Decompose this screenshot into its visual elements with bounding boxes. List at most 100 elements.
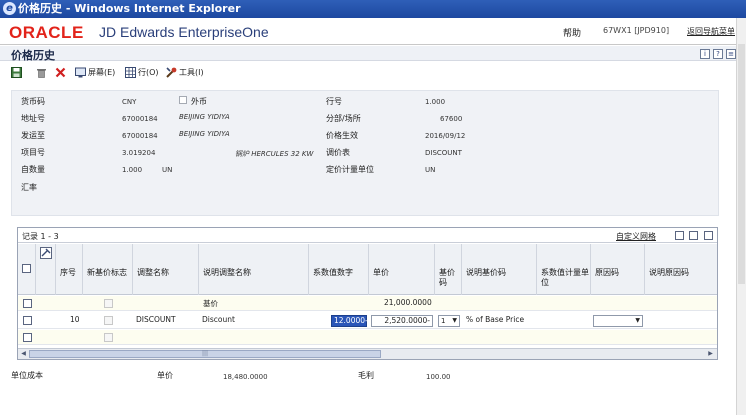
quantity-label: 自数量 [21,165,45,174]
row-select-checkbox[interactable] [23,316,32,325]
grid-icon [125,67,136,78]
tools-menu[interactable]: 工具(I) [166,67,204,79]
export-icon[interactable] [675,231,684,240]
return-to-menu-link[interactable]: 返回导航菜单 [687,26,735,37]
row-unit-price: 21,000.0000 [384,298,432,307]
select-all-column [18,244,36,295]
currency-code-value: CNY [122,98,137,106]
screen-icon [75,67,86,78]
margin-value: 100.00 [426,373,451,381]
foreign-label: 外币 [191,97,207,106]
adjustment-table-value: DISCOUNT [425,149,462,157]
margin-label: 毛利 [358,371,374,380]
attachment-icon [40,247,52,259]
price-effective-label: 价格生效 [326,131,358,140]
item-description: 锅炉 HERCULES 32 KW [235,150,314,158]
header-panel: 货币码 CNY 外币 行号 1.000 地址号 67000184 BEIJING… [11,90,719,216]
factor-uom-column-header[interactable]: 系数值计量单位 [537,244,591,295]
foreign-checkbox[interactable] [179,96,187,104]
environment-label: 67WX1 [JPD910] [603,26,670,35]
table-row[interactable]: 10 DISCOUNT Discount 12.0000- 2,520.0000… [18,312,717,329]
base-code-select[interactable]: 1 ▼ [438,315,460,327]
import-icon[interactable] [689,231,698,240]
toolbar: 屏幕(E) 行(O) 工具(I) [0,63,746,83]
row-select-checkbox[interactable] [23,299,32,308]
row-select-checkbox[interactable] [23,333,32,342]
row-seq: 10 [70,315,80,324]
new-base-column-header[interactable]: 新基价标志 [83,244,133,295]
ship-to-name: BEIJING YIDIYA [179,130,230,138]
chevron-down-icon: ▼ [452,317,457,324]
info-icon[interactable]: i [700,49,710,59]
reason-code-column-header[interactable]: 原因码 [591,244,645,295]
totals-footer: 单位成本 单价 18,480.0000 毛利 100.00 [0,366,746,386]
factor-column-header[interactable]: 系数值数字 [309,244,369,295]
save-button[interactable] [11,67,24,79]
unit-price-value: 18,480.0000 [223,373,268,381]
ship-to-label: 发运至 [21,131,45,140]
screen-menu[interactable]: 屏幕(E) [75,67,115,79]
reason-code-select[interactable]: ▼ [593,315,643,327]
adj-name-column-header[interactable]: 调整名称 [133,244,199,295]
product-name: JD Edwards EnterpriseOne [99,24,269,40]
branch-plant-label: 分部/场所 [326,114,361,123]
personalize-icon[interactable]: ≡ [726,49,736,59]
window-title: 价格历史 - Windows Internet Explorer [18,2,241,15]
line-number-label: 行号 [326,97,342,106]
save-icon [11,67,22,78]
row-desc-base-code: % of Base Price [466,315,525,324]
scroll-thumb[interactable]: ||| [29,350,381,358]
quantity-uom: UN [162,166,173,174]
unit-price-input[interactable]: 2,520.0000- [371,315,433,327]
quantity-value: 1.000 [122,166,143,174]
new-base-checkbox [104,299,113,308]
branch-plant-value: 67600 [440,115,463,123]
help-link[interactable]: 帮助 [563,26,581,39]
desc-adj-name-column-header[interactable]: 说明调整名称 [199,244,309,295]
row-desc: 基价 [203,299,218,308]
new-base-checkbox [104,333,113,342]
factor-input[interactable]: 12.0000- [331,315,368,327]
currency-code-label: 货币码 [21,97,45,106]
delete-button[interactable] [36,67,49,79]
scroll-right-icon[interactable]: ▶ [706,350,715,358]
page-vertical-scrollbar[interactable] [736,18,746,415]
base-code-column-header[interactable]: 基价码 [435,244,462,295]
row-desc: Discount [202,315,235,324]
form-title-bar: 价格历史 i ? ≡ [0,46,746,62]
cancel-button[interactable] [55,67,68,79]
item-number-label: 项目号 [21,148,45,157]
table-row[interactable] [18,330,717,345]
line-number-value: 1.000 [425,98,446,106]
select-all-checkbox[interactable] [22,264,31,273]
horizontal-scrollbar[interactable]: ◀ ||| ▶ [18,348,717,359]
grid-title-bar: 记录 1 - 3 自定义网格 [18,228,717,243]
customize-grid-link[interactable]: 自定义网格 [616,231,656,242]
ie-icon: e [3,2,16,15]
desc-reason-column-header[interactable]: 说明原因码 [645,244,717,295]
address-number-label: 地址号 [21,114,45,123]
ship-to-value: 67000184 [122,132,158,140]
unit-price-column-header[interactable]: 单价 [369,244,435,295]
new-base-checkbox [104,316,113,325]
page-scroll-thumb[interactable] [738,44,745,284]
oracle-logo: ORACLE [9,23,84,42]
trash-icon [37,69,46,78]
form-title: 价格历史 [11,50,55,62]
scroll-left-icon[interactable]: ◀ [19,350,28,358]
pricing-uom-value: UN [425,166,436,174]
app-header: ORACLE JD Edwards EnterpriseOne 帮助 67WX1… [0,18,746,45]
table-row[interactable]: 基价 21,000.0000 [18,296,717,311]
maximize-grid-icon[interactable] [704,231,713,240]
help-icon[interactable]: ? [713,49,723,59]
address-name: BEIJING YIDIYA [179,113,230,121]
record-count: 记录 1 - 3 [22,232,59,241]
desc-base-code-column-header[interactable]: 说明基价码 [462,244,537,295]
grid-header: 序号 新基价标志 调整名称 说明调整名称 系数值数字 单价 基价码 说明基价码 … [18,244,717,295]
adjustment-table-label: 调价表 [326,148,350,157]
window-title-bar: e 价格历史 - Windows Internet Explorer [0,0,746,18]
row-menu[interactable]: 行(O) [125,67,159,79]
seq-column-header[interactable]: 序号 [56,244,83,295]
chevron-down-icon: ▼ [635,317,640,324]
close-icon [55,67,66,78]
